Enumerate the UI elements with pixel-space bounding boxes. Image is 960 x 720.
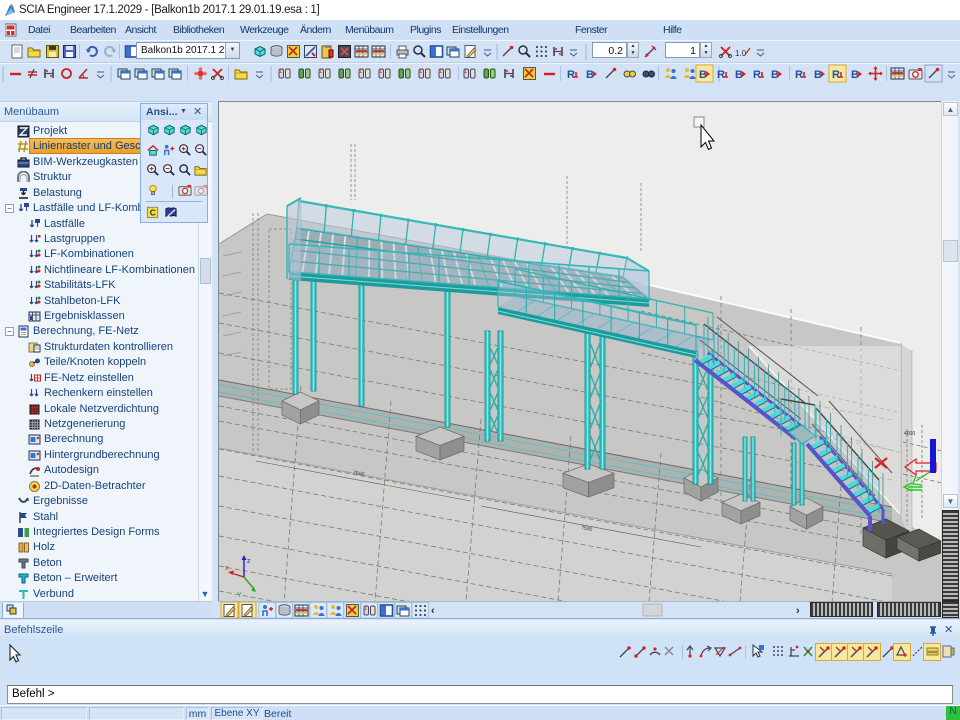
- svg-text:x: x: [225, 565, 229, 572]
- svg-text:1.0: 1.0: [735, 49, 747, 58]
- svg-text:z: z: [247, 558, 251, 565]
- svg-text:Y: Y: [237, 592, 242, 599]
- svg-text:›: ›: [796, 605, 800, 617]
- svg-text:‹: ‹: [431, 605, 435, 617]
